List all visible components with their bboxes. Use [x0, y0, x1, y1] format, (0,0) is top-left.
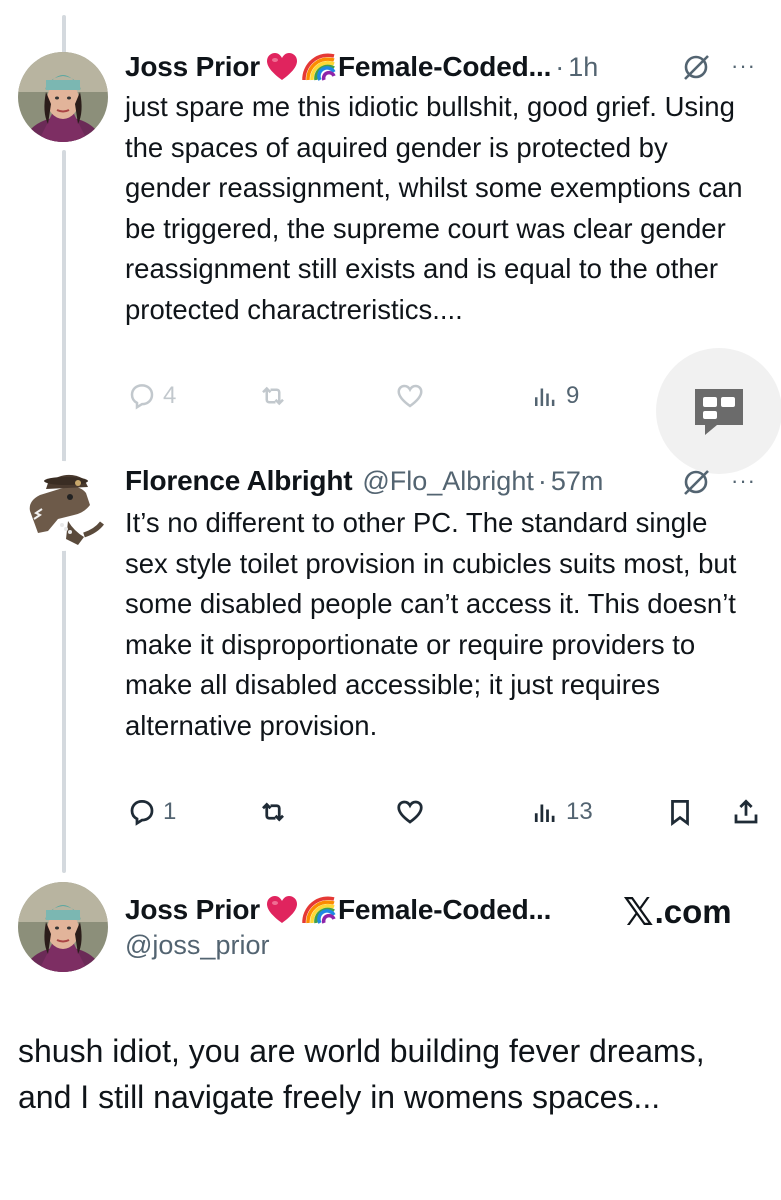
card-header: Joss Prior Female-Coded...	[125, 890, 551, 930]
bookmark-button[interactable]	[665, 797, 695, 827]
reply-button[interactable]: 1	[127, 797, 176, 827]
grok-icon[interactable]	[681, 467, 711, 497]
tweet-text: just spare me this idiotic bullshit, goo…	[125, 91, 743, 325]
more-icon[interactable]: ···	[731, 53, 756, 79]
quote-card-icon	[695, 389, 743, 435]
thread-line	[62, 150, 66, 462]
reply-count: 1	[163, 798, 177, 825]
author-name[interactable]: Joss Prior	[125, 51, 260, 83]
reply-icon	[130, 799, 154, 826]
x-com-watermark: 𝕏 .com	[623, 890, 732, 934]
repost-button[interactable]	[258, 797, 288, 827]
views-icon	[534, 804, 555, 822]
separator-dot: ·	[537, 465, 547, 496]
x-domain: .com	[654, 893, 732, 930]
grok-icon[interactable]	[681, 52, 711, 82]
display-name-suffix: Female-Coded...	[337, 894, 552, 925]
views-count: 9	[566, 382, 580, 409]
more-icon[interactable]: ···	[731, 468, 756, 494]
views-button[interactable]: 9	[530, 381, 579, 411]
display-name-suffix: Female-Coded...	[337, 51, 552, 82]
x-logo: 𝕏	[623, 891, 654, 934]
thread-line	[62, 548, 66, 873]
views-button[interactable]: 13	[530, 797, 593, 827]
repost-icon	[262, 802, 284, 822]
avatar[interactable]	[18, 882, 108, 972]
bookmark-icon	[671, 800, 689, 826]
like-button[interactable]	[395, 797, 425, 827]
reply-text: shush idiot, you are world building feve…	[18, 1033, 705, 1115]
rainbow-emoji-icon	[302, 53, 336, 81]
views-count: 13	[566, 798, 593, 825]
author-name[interactable]: Joss Prior	[125, 894, 260, 926]
tweet-text: It’s no different to other PC. The stand…	[125, 507, 737, 741]
heart-emoji-icon	[266, 896, 297, 923]
like-icon	[397, 800, 423, 824]
author-name[interactable]: Florence Albright	[125, 465, 353, 497]
avatar[interactable]	[18, 461, 108, 551]
rainbow-emoji-icon	[302, 896, 336, 924]
views-icon	[535, 388, 555, 406]
timestamp[interactable]: 1h	[568, 52, 598, 83]
share-icon	[734, 799, 758, 824]
tweet-header: Florence Albright @Flo_Albright · 57m	[125, 461, 603, 501]
action-bar: 1 13	[125, 797, 765, 837]
timestamp[interactable]: 57m	[551, 466, 604, 497]
author-handle[interactable]: @Flo_Albright	[362, 466, 533, 497]
separator-dot: ·	[555, 51, 565, 82]
tweet-header: Joss Prior Female-Coded... · 1h	[125, 47, 598, 87]
share-button[interactable]	[731, 797, 761, 827]
heart-emoji-icon	[266, 53, 297, 80]
floating-quote-button[interactable]	[656, 348, 781, 474]
thread-line	[62, 15, 66, 55]
avatar[interactable]	[18, 52, 108, 142]
author-handle[interactable]: @joss_prior	[125, 930, 269, 961]
